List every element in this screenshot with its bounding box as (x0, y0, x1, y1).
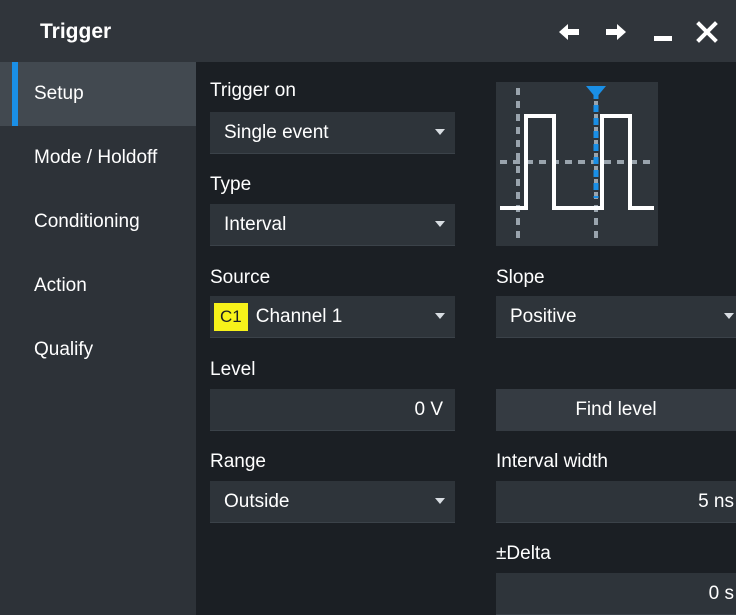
slope-dropdown[interactable]: Positive (496, 296, 736, 338)
sidebar-item-setup[interactable]: Setup (0, 62, 196, 126)
trigger-on-dropdown[interactable]: Single event (210, 112, 455, 154)
find-level-button[interactable]: Find level (496, 389, 736, 431)
type-dropdown[interactable]: Interval (210, 204, 455, 246)
delta-value: 0 s (708, 582, 734, 604)
interval-width-label: Interval width (496, 451, 608, 472)
trigger-preview-diagram (496, 82, 658, 246)
interval-width-value: 5 ns (698, 490, 734, 512)
channel-badge: C1 (214, 302, 248, 331)
active-indicator (12, 62, 18, 126)
title-bar: Trigger (0, 0, 736, 62)
sidebar-item-action[interactable]: Action (0, 254, 196, 318)
find-level-label: Find level (575, 399, 657, 420)
window-title: Trigger (40, 20, 112, 43)
sidebar-item-mode-holdoff[interactable]: Mode / Holdoff (0, 126, 196, 190)
arrow-right-icon[interactable] (598, 14, 634, 50)
delta-label: ±Delta (496, 543, 551, 564)
chevron-down-icon (435, 129, 445, 135)
level-label: Level (210, 359, 256, 380)
range-dropdown[interactable]: Outside (210, 481, 455, 523)
type-value: Interval (224, 213, 287, 235)
type-label: Type (210, 174, 252, 195)
trigger-on-label: Trigger on (210, 80, 296, 101)
sidebar-item-label: Qualify (34, 339, 94, 360)
close-icon[interactable] (689, 14, 725, 50)
delta-input[interactable]: 0 s (496, 573, 736, 615)
chevron-down-icon (724, 313, 734, 319)
sidebar-item-qualify[interactable]: Qualify (0, 318, 196, 382)
slope-value: Positive (510, 305, 577, 327)
level-input[interactable]: 0 V (210, 389, 455, 431)
range-value: Outside (224, 490, 290, 512)
level-value: 0 V (414, 398, 443, 420)
trigger-on-value: Single event (224, 121, 329, 143)
source-value: Channel 1 (255, 305, 343, 327)
sidebar-item-label: Conditioning (34, 211, 140, 232)
source-dropdown[interactable]: C1 Channel 1 (210, 296, 455, 338)
sidebar: Setup Mode / Holdoff Conditioning Action… (0, 62, 196, 615)
interval-waveform-icon (500, 86, 654, 242)
source-label: Source (210, 267, 271, 288)
minimize-icon[interactable] (645, 14, 681, 50)
arrow-left-icon[interactable] (551, 14, 587, 50)
chevron-down-icon (435, 313, 445, 319)
chevron-down-icon (435, 498, 445, 504)
interval-width-input[interactable]: 5 ns (496, 481, 736, 523)
range-label: Range (210, 451, 266, 472)
sidebar-item-label: Action (34, 275, 87, 296)
sidebar-item-label: Mode / Holdoff (34, 147, 158, 168)
sidebar-item-label: Setup (34, 83, 84, 104)
sidebar-item-conditioning[interactable]: Conditioning (0, 190, 196, 254)
slope-label: Slope (496, 267, 545, 288)
chevron-down-icon (435, 221, 445, 227)
